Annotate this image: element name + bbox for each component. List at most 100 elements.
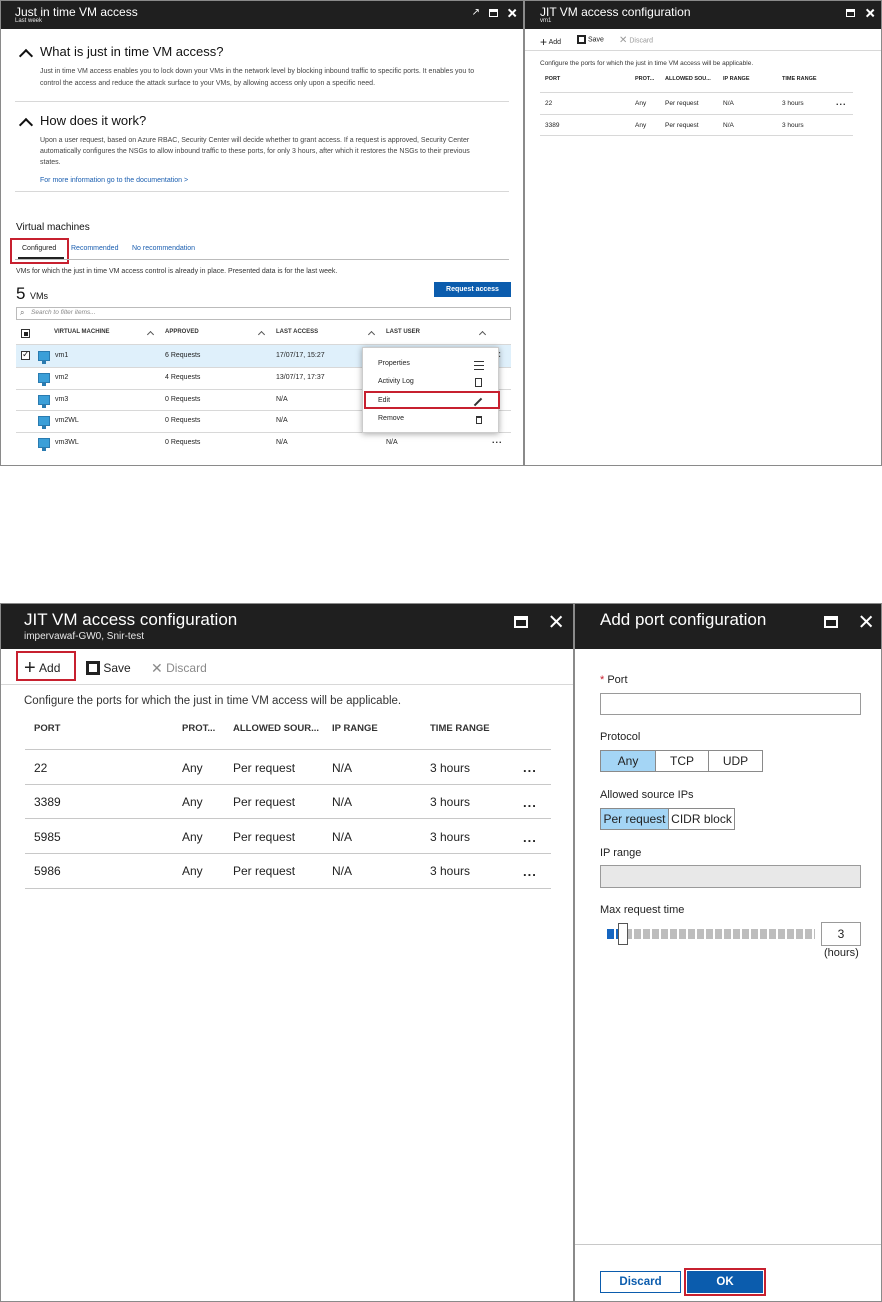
port-label: * Port xyxy=(600,674,628,686)
column-header: ALLOWED SOUR... xyxy=(233,723,320,734)
time-range-cell: 3 hours xyxy=(782,122,804,129)
save-icon xyxy=(577,35,586,44)
source-cell: Per request xyxy=(233,761,296,775)
plus-icon: + xyxy=(540,35,548,49)
approved-count: 0 Requests xyxy=(165,396,201,403)
section-text-line: Just in time VM access enables you to lo… xyxy=(40,68,475,75)
tab-recommended[interactable]: Recommended xyxy=(71,245,118,252)
last-user: N/A xyxy=(386,439,398,446)
sort-icon[interactable] xyxy=(257,330,266,339)
add-button[interactable]: + Add xyxy=(540,35,561,49)
collapse-icon[interactable] xyxy=(18,117,34,133)
close-icon[interactable] xyxy=(858,614,873,629)
sort-icon[interactable] xyxy=(367,330,376,339)
log-icon xyxy=(475,378,482,387)
discard-button[interactable]: ✕ Discard xyxy=(619,35,653,46)
port-cell: 22 xyxy=(545,100,553,107)
approved-count: 0 Requests xyxy=(165,439,201,446)
protocol-udp-option[interactable]: UDP xyxy=(708,750,763,772)
close-icon[interactable] xyxy=(548,614,563,629)
save-button[interactable]: Save xyxy=(577,35,604,44)
vm-name[interactable]: vm3WL xyxy=(55,439,79,446)
vm-name[interactable]: vm3 xyxy=(55,396,68,403)
more-options-icon[interactable]: ... xyxy=(523,795,537,810)
more-options-icon[interactable]: ... xyxy=(523,864,537,879)
blade-titlebar: Just in time VM access Last week ↗ xyxy=(1,1,523,29)
tab-no-recommendation[interactable]: No recommendation xyxy=(132,245,195,252)
max-time-value-input[interactable]: 3 xyxy=(821,922,861,946)
column-header[interactable]: LAST USER xyxy=(386,329,420,335)
ip-range-cell: N/A xyxy=(332,830,353,844)
blade-subtitle: vm1 xyxy=(540,18,552,24)
ip-range-label: IP range xyxy=(600,847,642,859)
approved-count: 0 Requests xyxy=(165,417,201,424)
save-icon xyxy=(86,660,100,675)
list-icon xyxy=(474,361,484,370)
discard-label: Discard xyxy=(619,1276,662,1288)
maximize-icon[interactable] xyxy=(846,9,855,17)
more-options-icon[interactable]: ... xyxy=(492,435,503,445)
highlight-add-button xyxy=(16,651,76,681)
maximize-icon[interactable] xyxy=(824,615,838,628)
max-time-slider-thumb[interactable] xyxy=(618,923,628,945)
more-options-icon[interactable]: ... xyxy=(836,97,847,107)
discard-button[interactable]: Discard xyxy=(600,1271,681,1293)
ip-range-cell: N/A xyxy=(332,761,353,775)
source-per-request-option[interactable]: Per request xyxy=(600,808,669,830)
approved-count: 4 Requests xyxy=(165,374,201,381)
highlight-ok-button xyxy=(684,1268,766,1296)
maximize-icon[interactable] xyxy=(489,9,498,17)
highlight-edit-item xyxy=(364,391,500,409)
maximize-icon[interactable] xyxy=(514,615,528,628)
sort-icon[interactable] xyxy=(478,330,487,339)
menu-item-activity-log[interactable]: Activity Log xyxy=(378,378,414,385)
jit-config-blade-small: JIT VM access configuration vm1 + Add Sa… xyxy=(524,0,882,466)
more-options-icon[interactable]: ... xyxy=(523,830,537,845)
vm-name[interactable]: vm2 xyxy=(55,374,68,381)
discard-x-icon: ✕ xyxy=(151,659,163,676)
collapse-icon[interactable] xyxy=(18,48,34,64)
vm-count: 5 xyxy=(16,284,26,303)
row-checkbox[interactable]: ✓ xyxy=(21,349,30,360)
more-options-icon[interactable]: ... xyxy=(523,760,537,775)
max-time-slider-track[interactable] xyxy=(607,929,815,939)
search-placeholder: Search to filter items... xyxy=(31,309,96,316)
save-label: Save xyxy=(103,660,131,675)
add-label: Add xyxy=(548,38,562,46)
column-header[interactable]: LAST ACCESS xyxy=(276,329,318,335)
blade-title: JIT VM access configuration xyxy=(540,5,691,19)
menu-item-properties[interactable]: Properties xyxy=(378,360,410,367)
save-button[interactable]: Save xyxy=(86,656,131,678)
divider xyxy=(15,101,509,102)
column-header[interactable]: APPROVED xyxy=(165,329,199,335)
column-header: IP RANGE xyxy=(723,76,750,82)
vm-name[interactable]: vm1 xyxy=(55,352,68,359)
column-header[interactable]: VIRTUAL MACHINE xyxy=(54,329,110,335)
documentation-link[interactable]: For more information go to the documenta… xyxy=(40,177,188,184)
column-header: PORT xyxy=(545,76,561,82)
blade-titlebar: Add port configuration xyxy=(575,604,881,649)
close-icon[interactable] xyxy=(865,8,875,18)
filter-search-input[interactable]: ⌕ Search to filter items... xyxy=(16,307,511,320)
select-all-checkbox[interactable] xyxy=(21,329,30,338)
jit-config-blade: JIT VM access configuration impervawaf-G… xyxy=(0,603,574,1302)
protocol-any-option[interactable]: Any xyxy=(600,750,656,772)
menu-item-remove[interactable]: Remove xyxy=(378,415,404,422)
allowed-source-label: Allowed source IPs xyxy=(600,789,694,801)
close-icon[interactable] xyxy=(507,8,517,18)
source-cidr-block-option[interactable]: CIDR block xyxy=(668,808,735,830)
discard-button[interactable]: ✕ Discard xyxy=(151,656,207,678)
last-access: N/A xyxy=(276,417,288,424)
vm-name[interactable]: vm2WL xyxy=(55,417,79,424)
sort-icon[interactable] xyxy=(146,330,155,339)
port-input[interactable] xyxy=(600,693,861,715)
protocol-tcp-option[interactable]: TCP xyxy=(655,750,709,772)
max-time-value: 3 xyxy=(837,927,845,941)
time-range-cell: 3 hours xyxy=(430,795,471,809)
pin-icon[interactable]: ↗ xyxy=(472,8,480,18)
port-cell: 5986 xyxy=(34,864,61,878)
request-access-button[interactable]: Request access xyxy=(434,282,511,297)
section-heading-how: How does it work? xyxy=(40,113,147,128)
source-cell: Per request xyxy=(233,795,296,809)
protocol-cell: Any xyxy=(182,864,203,878)
